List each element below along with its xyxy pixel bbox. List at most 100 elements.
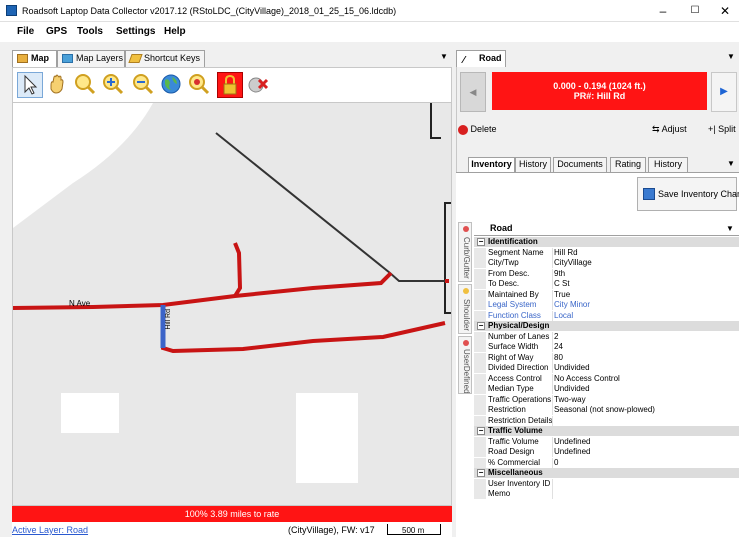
property-value[interactable]: Two-way — [554, 395, 586, 405]
menu-tools[interactable]: Tools — [77, 26, 103, 37]
app-icon — [6, 5, 17, 16]
zoom-in-plus-icon[interactable] — [101, 72, 127, 98]
grid-property-row[interactable]: Segment Name Hill Rd — [474, 247, 739, 258]
grid-property-row[interactable]: Right of Way 80 — [474, 352, 739, 363]
menu-file[interactable]: File — [17, 26, 34, 37]
property-value[interactable]: Undefined — [554, 447, 590, 457]
property-value[interactable]: Undefined — [554, 437, 590, 447]
tab-road[interactable]: ⁄ Road — [456, 50, 506, 67]
grid-dropdown-icon[interactable]: ▼ — [726, 224, 734, 233]
property-value[interactable]: No Access Control — [554, 374, 620, 384]
right-tab-dropdown-icon[interactable]: ▼ — [727, 52, 735, 61]
grid-property-row[interactable]: Maintained By True — [474, 289, 739, 300]
select-arrow-icon[interactable] — [17, 72, 43, 98]
pan-hand-icon[interactable] — [45, 72, 71, 98]
tab-history-2[interactable]: History — [648, 157, 688, 172]
tab-rating[interactable]: Rating — [610, 157, 646, 172]
property-value[interactable]: 24 — [554, 342, 563, 352]
collapse-icon[interactable]: − — [477, 469, 485, 477]
road-spur[interactable] — [233, 242, 243, 298]
previous-segment-button[interactable]: ◀ — [460, 72, 486, 112]
property-value[interactable]: 0 — [554, 458, 558, 468]
left-tab-strip: Map Map Layers Shortcut Keys ▼ — [12, 50, 452, 68]
split-button[interactable]: +| Split — [708, 124, 736, 134]
grid-category-row[interactable]: − Identification — [474, 237, 739, 247]
property-value[interactable]: Undivided — [554, 384, 590, 394]
grid-property-row[interactable]: Number of Lanes 2 — [474, 331, 739, 342]
next-segment-button[interactable]: ▶ — [711, 72, 737, 112]
grid-property-row[interactable]: Traffic Volume Undefined — [474, 436, 739, 447]
property-value[interactable]: 2 — [554, 332, 558, 342]
grid-property-row[interactable]: Divided Direction Undivided — [474, 363, 739, 373]
grid-property-row[interactable]: Function Class Local — [474, 310, 739, 321]
road-south[interactable] — [161, 305, 446, 354]
grid-property-row[interactable]: Restriction Details — [474, 415, 739, 426]
save-inventory-button[interactable]: Save Inventory Changes — [637, 177, 739, 211]
lock-icon[interactable] — [217, 72, 243, 98]
clear-selection-icon[interactable] — [245, 72, 271, 98]
property-value[interactable]: Hill Rd — [554, 248, 578, 258]
grid-property-row[interactable]: Median Type Undivided — [474, 384, 739, 394]
tab-shoulder[interactable]: Shoulder — [458, 284, 472, 334]
property-name: Median Type — [488, 384, 534, 393]
close-button[interactable]: ✕ — [710, 2, 739, 20]
tab-map[interactable]: Map — [12, 50, 57, 68]
grid-property-row[interactable]: To Desc. C St — [474, 279, 739, 289]
menu-gps[interactable]: GPS — [46, 26, 67, 37]
globe-icon[interactable] — [159, 72, 185, 98]
grid-property-row[interactable]: Memo — [474, 489, 739, 499]
property-value[interactable]: True — [554, 290, 570, 300]
grid-property-row[interactable]: From Desc. 9th — [474, 268, 739, 279]
map-canvas[interactable]: N Ave Hill Rd — [12, 102, 452, 506]
grid-property-row[interactable]: Traffic Operations Two-way — [474, 394, 739, 405]
tab-curb-gutter[interactable]: Curb/Gutter — [458, 222, 472, 282]
column-divider — [552, 489, 553, 499]
property-value[interactable]: Undivided — [554, 363, 590, 373]
zoom-extent-icon[interactable] — [187, 72, 213, 98]
map-boundary — [430, 103, 441, 139]
inventory-tab-dropdown-icon[interactable]: ▼ — [727, 159, 735, 168]
property-name: Restriction — [488, 405, 526, 414]
property-name: Traffic Volume — [488, 436, 539, 446]
grid-property-row[interactable]: % Commercial 0 — [474, 457, 739, 468]
grid-property-row[interactable]: Restriction Seasonal (not snow-plowed) — [474, 405, 739, 415]
grid-property-row[interactable]: Road Design Undefined — [474, 447, 739, 457]
tab-history[interactable]: History — [515, 157, 551, 172]
grid-property-row[interactable]: Legal System City Minor — [474, 300, 739, 310]
grid-property-row[interactable]: User Inventory ID — [474, 478, 739, 489]
grid-property-row[interactable]: Surface Width 24 — [474, 342, 739, 352]
tab-userdefined[interactable]: UserDefined — [458, 336, 472, 394]
tab-dropdown-icon[interactable]: ▼ — [440, 52, 448, 61]
property-value[interactable]: City Minor — [554, 300, 590, 310]
property-value[interactable]: C St — [554, 279, 570, 289]
property-value[interactable]: CityVillage — [554, 258, 592, 268]
tab-documents[interactable]: Documents — [553, 157, 607, 172]
delete-button[interactable]: Delete — [458, 124, 497, 135]
tab-inventory[interactable]: Inventory — [468, 157, 515, 172]
property-value[interactable]: Local — [554, 311, 573, 321]
collapse-icon[interactable]: − — [477, 322, 485, 330]
adjust-button[interactable]: ⇆ Adjust — [652, 124, 687, 135]
maximize-button[interactable]: ☐ — [680, 2, 710, 20]
menu-help[interactable]: Help — [164, 26, 186, 37]
property-value[interactable]: 9th — [554, 269, 565, 279]
property-value[interactable]: Seasonal (not snow-plowed) — [554, 405, 655, 415]
zoom-in-icon[interactable] — [73, 72, 99, 98]
grid-category-row[interactable]: − Physical/Design — [474, 321, 739, 331]
tab-map-layers[interactable]: Map Layers — [57, 50, 125, 67]
action-bar: Delete ⇆ Adjust +| Split — [456, 115, 739, 149]
collapse-icon[interactable]: − — [477, 427, 485, 435]
grid-property-row[interactable]: City/Twp CityVillage — [474, 258, 739, 268]
tab-shortcut-keys[interactable]: Shortcut Keys — [125, 50, 205, 67]
collapse-icon[interactable]: − — [477, 238, 485, 246]
minimize-button[interactable]: – — [648, 2, 678, 20]
active-layer-link[interactable]: Active Layer: Road — [12, 525, 88, 535]
zoom-out-icon[interactable] — [131, 72, 157, 98]
property-grid-header[interactable]: Road ▼ — [474, 222, 739, 236]
property-value[interactable]: 80 — [554, 353, 563, 363]
grid-property-row[interactable]: Access Control No Access Control — [474, 373, 739, 384]
menu-settings[interactable]: Settings — [116, 26, 155, 37]
grid-category-row[interactable]: − Traffic Volume — [474, 426, 739, 436]
tab-map-label: Map — [31, 53, 49, 63]
grid-category-row[interactable]: − Miscellaneous — [474, 468, 739, 478]
